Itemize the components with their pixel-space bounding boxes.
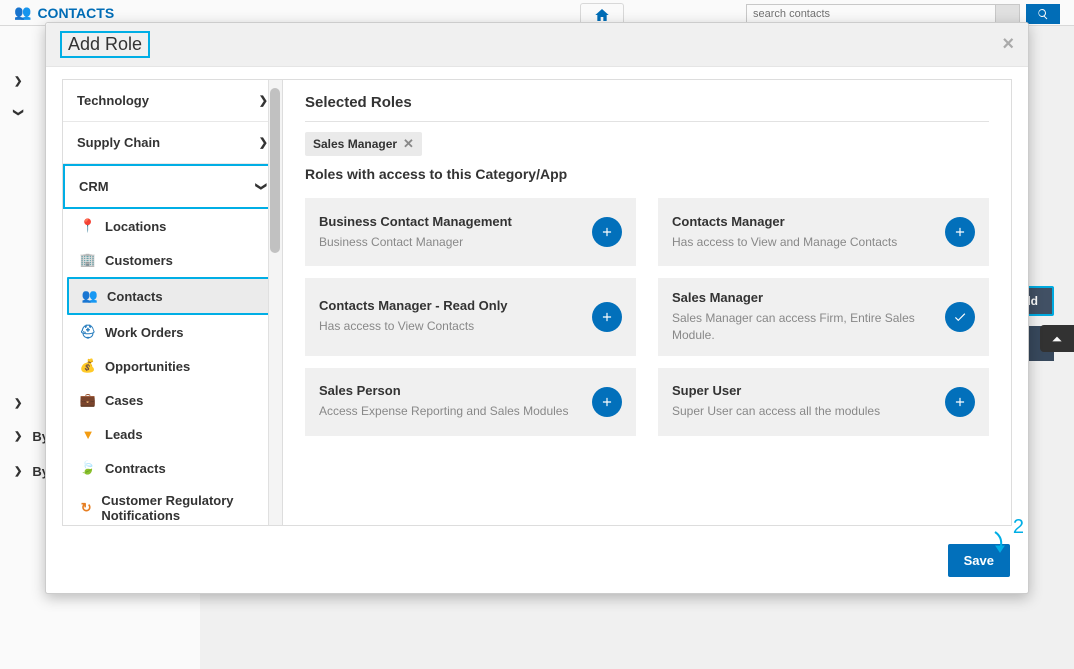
role-name: Contacts Manager - Read Only — [319, 298, 582, 313]
roles-grid: Business Contact Management Business Cont… — [305, 198, 989, 436]
category-label: CRM — [79, 179, 109, 194]
selected-role-chip[interactable]: Sales Manager ✕ — [305, 132, 422, 156]
role-description: Access Expense Reporting and Sales Modul… — [319, 403, 582, 420]
contacts-icon: 👥 — [81, 287, 99, 305]
sub-item-label: Locations — [105, 219, 166, 234]
sub-item-label: Work Orders — [105, 325, 184, 340]
sub-item-label: Customers — [105, 253, 173, 268]
work-orders-icon: ⛑ — [79, 323, 97, 341]
role-name: Sales Person — [319, 383, 582, 398]
role-name: Sales Manager — [672, 290, 935, 305]
scrollbar-thumb[interactable] — [270, 88, 280, 253]
roles-access-heading: Roles with access to this Category/App — [305, 166, 989, 182]
divider — [305, 121, 989, 122]
annotation-arrow-2 — [990, 530, 1010, 557]
modal-header: Add Role × — [46, 23, 1028, 67]
role-description: Super User can access all the modules — [672, 403, 935, 420]
chevron-right-icon: ❯ — [259, 136, 268, 149]
role-selected-check-icon[interactable] — [945, 302, 975, 332]
close-icon[interactable]: × — [1002, 33, 1014, 56]
sub-item-customers[interactable]: 🏢 Customers — [63, 243, 282, 277]
sub-item-label: Cases — [105, 393, 143, 408]
role-name: Contacts Manager — [672, 214, 935, 229]
category-tree: Technology ❯ Supply Chain ❯ CRM ❯ 📍 Locations 🏢 C… — [63, 80, 283, 525]
role-card-super-user[interactable]: Super User Super User can access all the … — [658, 368, 989, 436]
role-card-business-contact-management[interactable]: Business Contact Management Business Cont… — [305, 198, 636, 266]
customer-regulatory-notifications-icon: ↻ — [79, 499, 93, 517]
role-card-contacts-manager-read-only[interactable]: Contacts Manager - Read Only Has access t… — [305, 278, 636, 356]
role-add-icon[interactable] — [945, 217, 975, 247]
roles-panel: Selected Roles Sales Manager ✕ Roles wit… — [283, 80, 1011, 525]
chevron-right-icon: ❯ — [259, 94, 268, 107]
sub-item-label: Customer Regulatory Notifications — [101, 493, 272, 523]
role-add-icon[interactable] — [592, 302, 622, 332]
sub-item-work-orders[interactable]: ⛑ Work Orders — [63, 315, 282, 349]
role-card-sales-person[interactable]: Sales Person Access Expense Reporting and… — [305, 368, 636, 436]
role-card-contacts-manager[interactable]: Contacts Manager Has access to View and M… — [658, 198, 989, 266]
add-role-modal: Add Role × Technology ❯ Supply Chain ❯ CRM ❯ 📍… — [45, 22, 1029, 594]
modal-title: Add Role — [60, 31, 150, 58]
category-item-technology[interactable]: Technology ❯ — [63, 80, 282, 122]
sub-item-leads[interactable]: ▼ Leads — [63, 417, 282, 451]
sub-item-label: Contacts — [107, 289, 163, 304]
cases-icon: 💼 — [79, 391, 97, 409]
sub-item-label: Contracts — [105, 461, 166, 476]
locations-icon: 📍 — [79, 217, 97, 235]
role-description: Sales Manager can access Firm, Entire Sa… — [672, 310, 935, 344]
scrollbar-vertical[interactable] — [268, 80, 282, 525]
opportunities-icon: 💰 — [79, 357, 97, 375]
sub-item-opportunities[interactable]: 💰 Opportunities — [63, 349, 282, 383]
annotation-number-2: 2 — [1013, 516, 1024, 539]
chip-label: Sales Manager — [313, 137, 397, 151]
category-item-crm[interactable]: CRM ❯ — [63, 164, 282, 209]
chevron-down-icon: ❯ — [255, 182, 268, 191]
sub-item-cases[interactable]: 💼 Cases — [63, 383, 282, 417]
role-description: Has access to View Contacts — [319, 318, 582, 335]
contracts-icon: 🍃 — [79, 459, 97, 477]
sub-item-label: Opportunities — [105, 359, 190, 374]
category-label: Technology — [77, 93, 149, 108]
role-card-sales-manager[interactable]: Sales Manager Sales Manager can access Fi… — [658, 278, 989, 356]
sub-item-locations[interactable]: 📍 Locations — [63, 209, 282, 243]
selected-roles-heading: Selected Roles — [305, 94, 989, 111]
sub-item-contracts[interactable]: 🍃 Contracts — [63, 451, 282, 485]
modal-footer: 2 Save — [46, 534, 1028, 593]
modal-body: Technology ❯ Supply Chain ❯ CRM ❯ 📍 Locations 🏢 C… — [62, 79, 1012, 526]
sub-item-contacts[interactable]: 👥 Contacts — [67, 277, 278, 315]
sub-item-customer-regulatory-notifications[interactable]: ↻ Customer Regulatory Notifications — [63, 485, 282, 525]
sub-item-label: Leads — [105, 427, 143, 442]
role-description: Has access to View and Manage Contacts — [672, 234, 935, 251]
category-label: Supply Chain — [77, 135, 160, 150]
chip-remove-icon[interactable]: ✕ — [403, 136, 414, 152]
role-add-icon[interactable] — [945, 387, 975, 417]
leads-icon: ▼ — [79, 425, 97, 443]
category-item-supply-chain[interactable]: Supply Chain ❯ — [63, 122, 282, 164]
role-name: Business Contact Management — [319, 214, 582, 229]
role-add-icon[interactable] — [592, 217, 622, 247]
role-name: Super User — [672, 383, 935, 398]
role-add-icon[interactable] — [592, 387, 622, 417]
customers-icon: 🏢 — [79, 251, 97, 269]
role-description: Business Contact Manager — [319, 234, 582, 251]
